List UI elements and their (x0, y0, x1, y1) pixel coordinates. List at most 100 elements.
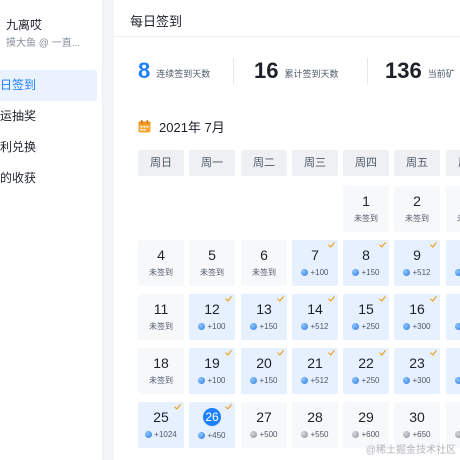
reward-amount: +512 (412, 268, 431, 277)
day-reward: +100 (189, 321, 235, 332)
calendar-day: 20 +150 (241, 348, 287, 394)
ore-icon (250, 431, 258, 438)
day-status: 未签到 (405, 214, 429, 223)
calendar-day: 3 未签到 (446, 186, 460, 232)
reward-amount: +100 (310, 268, 329, 277)
day-number: 5 (208, 247, 216, 263)
check-icon (174, 404, 181, 410)
day-reward: +300 (394, 321, 440, 332)
sidebar-item-1[interactable]: 运抽奖 (0, 101, 97, 132)
page-title: 每日签到 (130, 14, 183, 29)
month-label: 2021年 7月 (159, 119, 225, 135)
reward-amount: +550 (310, 430, 329, 439)
check-icon (277, 296, 284, 302)
calendar-day: 25 +1024 (138, 402, 184, 448)
day-number: 11 (153, 301, 169, 317)
check-icon (379, 350, 386, 356)
ore-icon (403, 377, 411, 384)
day-status: 未签到 (149, 376, 173, 385)
stat-2: 136 当前矿 (385, 54, 455, 88)
check-icon (328, 242, 335, 248)
day-number: 25 (153, 409, 169, 425)
day-number: 1 (362, 193, 370, 209)
day-number: 9 (413, 247, 421, 263)
check-icon (328, 350, 335, 356)
day-reward: +512 (292, 375, 338, 386)
check-icon (430, 296, 437, 302)
calendar-day: 23 +300 (394, 348, 440, 394)
reward-amount: +100 (207, 322, 226, 331)
sidebar-item-3[interactable]: 的收获 (0, 163, 97, 194)
reward-amount: +512 (310, 322, 329, 331)
day-number: 7 (311, 247, 319, 263)
ore-icon (352, 377, 360, 384)
day-number: 13 (256, 301, 272, 317)
calendar-day: 13 +150 (241, 294, 287, 340)
day-reward: +250 (343, 321, 389, 332)
calendar-day: 7 +100 (292, 240, 338, 286)
sidebar: 九离哎 摸大鱼 @ 一直... 日签到 运抽奖 利兑换 的收获 (0, 0, 103, 460)
calendar-day: 2 未签到 (394, 186, 440, 232)
check-icon (328, 296, 335, 302)
calendar-day: 4 未签到 (138, 240, 184, 286)
day-status: 未签到 (149, 268, 173, 277)
day-number: 12 (204, 301, 220, 317)
day-number: 24 (446, 355, 460, 371)
day-number: 15 (358, 301, 374, 317)
month-header: 2021年 7月 (138, 117, 225, 135)
day-reward: +350 (446, 375, 460, 386)
calendar-day: 15 +250 (343, 294, 389, 340)
ore-icon (301, 323, 309, 330)
day-reward: +300 (394, 375, 440, 386)
ore-icon (301, 377, 309, 384)
reward-amount: +450 (207, 431, 226, 440)
stat-divider (367, 58, 368, 84)
day-reward: +100 (292, 267, 338, 278)
sidebar-item-2[interactable]: 利兑换 (0, 132, 97, 163)
calendar-icon (138, 119, 151, 132)
calendar-day: 19 +100 (189, 348, 235, 394)
day-status: 未签到 (200, 268, 224, 277)
day-number: 18 (153, 355, 169, 371)
calendar-day: 6 未签到 (241, 240, 287, 286)
day-reward: +100 (189, 375, 235, 386)
reward-amount: +100 (207, 376, 226, 385)
calendar-day: 5 未签到 (189, 240, 235, 286)
reward-amount: +1024 (154, 430, 177, 439)
day-status: 未签到 (354, 214, 378, 223)
calendar-day: 18 未签到 (138, 348, 184, 394)
calendar-day: 22 +250 (343, 348, 389, 394)
reward-amount: +500 (259, 430, 278, 439)
day-reward: +450 (189, 430, 235, 441)
ore-icon (250, 323, 258, 330)
stat-1: 16 累计签到天数 (254, 54, 339, 88)
ore-icon (403, 323, 411, 330)
calendar-day: 14 +512 (292, 294, 338, 340)
ore-icon (301, 269, 309, 276)
reward-amount: +150 (361, 268, 380, 277)
reward-amount: +650 (412, 430, 431, 439)
sidebar-item-0[interactable]: 日签到 (0, 70, 97, 101)
ore-icon (403, 269, 411, 276)
user-name: 九离哎 (6, 18, 43, 32)
check-icon (379, 242, 386, 248)
check-icon (225, 350, 232, 356)
day-reward: +1024 (138, 429, 184, 440)
stat-divider (233, 58, 234, 84)
ore-icon (455, 323, 460, 330)
calendar-day: 10 +250 (446, 240, 460, 286)
reward-amount: +300 (412, 322, 431, 331)
calendar-day: 12 +100 (189, 294, 235, 340)
ore-icon (403, 431, 411, 438)
calendar-day[interactable]: 26 +450 (189, 402, 235, 448)
reward-amount: +250 (361, 322, 380, 331)
day-reward: +650 (394, 429, 440, 440)
reward-amount: +150 (259, 322, 278, 331)
day-reward: +150 (241, 321, 287, 332)
reward-amount: +600 (361, 430, 380, 439)
day-status: 未签到 (446, 213, 460, 224)
main-panel: 每日签到 8 连续签到天数 16 累计签到天数 136 当前矿 2021年 7月 周日 周一… (114, 0, 460, 460)
calendar-day: 17 +350 (446, 294, 460, 340)
stats-row: 8 连续签到天数 16 累计签到天数 136 当前矿 (114, 54, 460, 88)
day-number: 21 (307, 355, 323, 371)
